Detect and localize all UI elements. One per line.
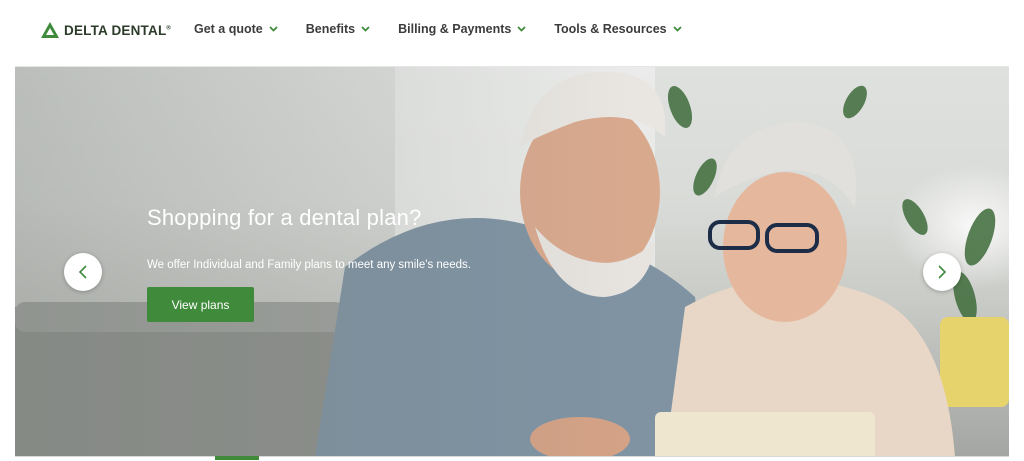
chevron-left-icon xyxy=(78,265,87,279)
chevron-down-icon xyxy=(673,26,682,32)
main-nav: Get a quote Benefits Billing & Payments … xyxy=(194,22,682,36)
hero-carousel: Shopping for a dental plan? We offer Ind… xyxy=(15,66,1009,456)
delta-triangle-icon xyxy=(41,22,59,38)
nav-label: Billing & Payments xyxy=(398,22,512,36)
nav-benefits[interactable]: Benefits xyxy=(306,22,370,36)
logo-text: DELTA DENTAL® xyxy=(64,22,172,38)
delta-dental-logo[interactable]: DELTA DENTAL® xyxy=(41,22,171,38)
hero-subtitle: We offer Individual and Family plans to … xyxy=(147,259,471,271)
site-header: DELTA DENTAL® Get a quote Benefits Billi… xyxy=(0,0,1024,62)
hero-title: Shopping for a dental plan? xyxy=(147,205,422,230)
nav-tools-resources[interactable]: Tools & Resources xyxy=(554,22,682,36)
carousel-prev-button[interactable] xyxy=(64,253,102,291)
nav-label: Tools & Resources xyxy=(554,22,667,36)
chevron-down-icon xyxy=(361,26,370,32)
nav-label: Get a quote xyxy=(194,22,263,36)
chevron-right-icon xyxy=(938,265,947,279)
carousel-next-button[interactable] xyxy=(923,253,961,291)
nav-billing-payments[interactable]: Billing & Payments xyxy=(398,22,526,36)
carousel-baseline xyxy=(15,456,1009,457)
chevron-down-icon xyxy=(517,26,526,32)
nav-get-a-quote[interactable]: Get a quote xyxy=(194,22,278,36)
view-plans-button[interactable]: View plans xyxy=(147,287,254,322)
nav-label: Benefits xyxy=(305,22,356,36)
chevron-down-icon xyxy=(269,26,278,32)
carousel-active-indicator[interactable] xyxy=(215,456,259,460)
